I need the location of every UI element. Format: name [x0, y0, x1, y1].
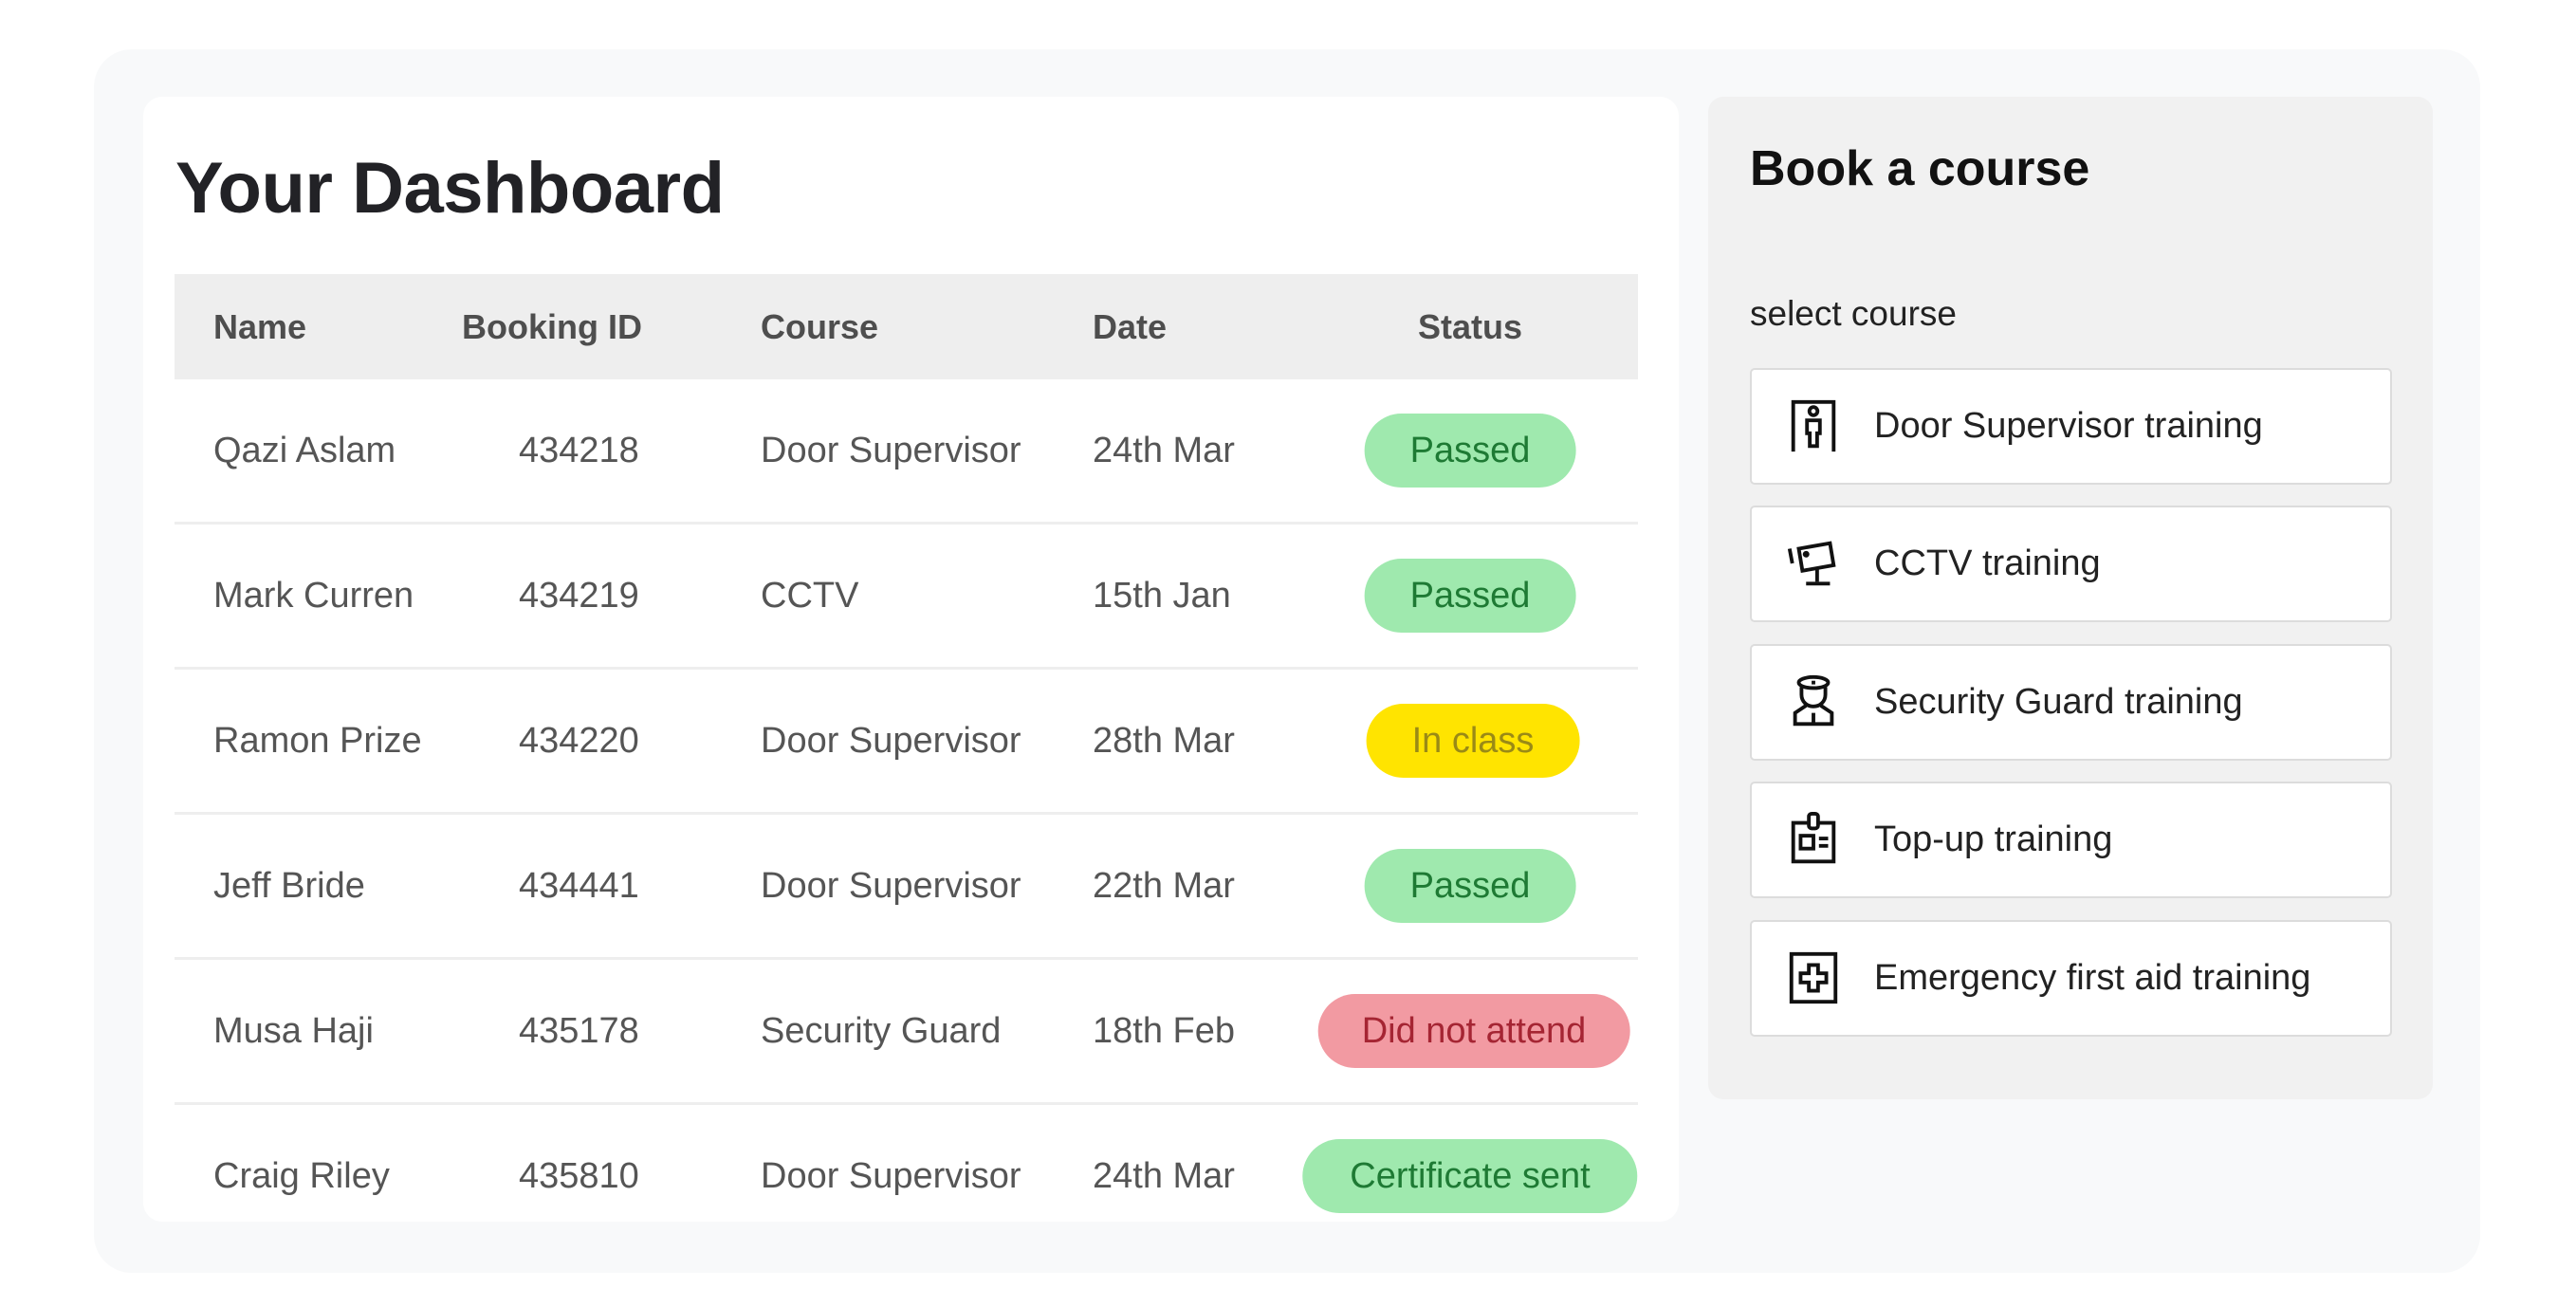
cell-name: Craig Riley — [213, 1156, 390, 1196]
panel-title: Book a course — [1750, 141, 2090, 196]
cell-booking-id: 435178 — [519, 1011, 639, 1051]
cell-date: 24th Mar — [1093, 431, 1235, 470]
course-option-cctv[interactable]: CCTV training — [1750, 506, 2392, 622]
status-badge: Passed — [1364, 559, 1576, 633]
cell-course: Door Supervisor — [761, 431, 1021, 470]
cell-booking-id: 434218 — [519, 431, 639, 470]
course-option-first-aid[interactable]: Emergency first aid training — [1750, 920, 2392, 1037]
column-header-date[interactable]: Date — [1093, 274, 1167, 379]
cell-course: Door Supervisor — [761, 721, 1021, 761]
security-guard-icon — [1784, 672, 1843, 731]
status-badge: In class — [1366, 704, 1580, 778]
dashboard-card: Your Dashboard Name Booking ID Course Da… — [143, 97, 1679, 1222]
table-header: Name Booking ID Course Date Status — [175, 274, 1638, 379]
table-row[interactable]: Musa Haji 435178 Security Guard 18th Feb… — [175, 960, 1638, 1105]
cell-booking-id: 435810 — [519, 1156, 639, 1196]
cell-course: Door Supervisor — [761, 1156, 1021, 1196]
page-title: Your Dashboard — [175, 148, 725, 229]
course-option-door-supervisor[interactable]: Door Supervisor training — [1750, 368, 2392, 485]
column-header-course[interactable]: Course — [761, 274, 878, 379]
cell-name: Mark Curren — [213, 576, 414, 616]
table-row[interactable]: Mark Curren 434219 CCTV 15th Jan Passed — [175, 525, 1638, 670]
book-course-panel: Book a course select course Door Supervi… — [1708, 97, 2433, 1099]
cell-name: Musa Haji — [213, 1011, 374, 1051]
cell-course: CCTV — [761, 576, 859, 616]
status-badge: Certificate sent — [1302, 1139, 1638, 1213]
status-badge: Passed — [1364, 414, 1576, 488]
table-row[interactable]: Ramon Prize 434220 Door Supervisor 28th … — [175, 670, 1638, 815]
cell-course: Security Guard — [761, 1011, 1002, 1051]
status-badge: Passed — [1364, 849, 1576, 923]
cell-date: 15th Jan — [1093, 576, 1231, 616]
column-header-booking-id[interactable]: Booking ID — [462, 274, 642, 379]
door-supervisor-icon — [1784, 396, 1843, 455]
cell-date: 24th Mar — [1093, 1156, 1235, 1196]
column-header-status[interactable]: Status — [1418, 274, 1522, 379]
cell-name: Qazi Aslam — [213, 431, 396, 470]
option-label: Security Guard training — [1874, 682, 2243, 722]
cell-booking-id: 434441 — [519, 866, 639, 906]
id-badge-icon — [1784, 810, 1843, 869]
cell-name: Jeff Bride — [213, 866, 365, 906]
option-label: CCTV training — [1874, 543, 2101, 583]
cell-date: 22th Mar — [1093, 866, 1235, 906]
course-option-security-guard[interactable]: Security Guard training — [1750, 644, 2392, 761]
cell-booking-id: 434219 — [519, 576, 639, 616]
cell-booking-id: 434220 — [519, 721, 639, 761]
option-label: Top-up training — [1874, 819, 2113, 859]
cell-date: 18th Feb — [1093, 1011, 1235, 1051]
option-label: Door Supervisor training — [1874, 406, 2263, 446]
select-course-label: select course — [1750, 294, 1957, 333]
cell-course: Door Supervisor — [761, 866, 1021, 906]
course-option-top-up[interactable]: Top-up training — [1750, 782, 2392, 898]
cctv-camera-icon — [1784, 534, 1843, 593]
option-label: Emergency first aid training — [1874, 958, 2311, 998]
table-row[interactable]: Qazi Aslam 434218 Door Supervisor 24th M… — [175, 379, 1638, 525]
cell-date: 28th Mar — [1093, 721, 1235, 761]
table-row[interactable]: Jeff Bride 434441 Door Supervisor 22th M… — [175, 815, 1638, 960]
table-row[interactable]: Craig Riley 435810 Door Supervisor 24th … — [175, 1105, 1638, 1222]
first-aid-icon — [1784, 948, 1843, 1007]
column-header-name[interactable]: Name — [213, 274, 306, 379]
status-badge: Did not attend — [1317, 994, 1630, 1068]
cell-name: Ramon Prize — [213, 721, 422, 761]
